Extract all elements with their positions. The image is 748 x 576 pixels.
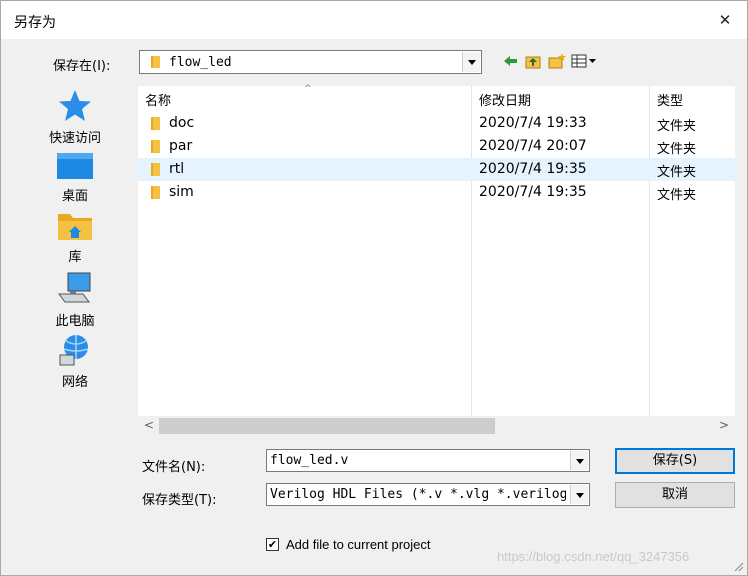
- back-arrow-icon[interactable]: [502, 52, 520, 70]
- file-name: doc: [169, 115, 195, 131]
- file-list: 名称 ^ 修改日期 类型 doc 2020/7/4 19:33 文件夹 par …: [138, 84, 735, 436]
- place-label: 库: [68, 250, 82, 265]
- add-to-project-label[interactable]: Add file to current project: [286, 537, 431, 552]
- file-row-par[interactable]: par 2020/7/4 20:07 文件夹: [138, 135, 735, 158]
- column-header-type[interactable]: 类型: [657, 90, 683, 109]
- file-modified: 2020/7/4 19:33: [479, 115, 587, 131]
- file-type: 文件夹: [657, 165, 697, 180]
- folder-icon: [151, 186, 160, 199]
- title-bar: 另存为 ✕: [1, 1, 747, 39]
- dialog-title: 另存为: [14, 15, 56, 31]
- file-name: rtl: [169, 161, 185, 177]
- place-library[interactable]: 库: [37, 210, 113, 265]
- place-this-pc[interactable]: 此电脑: [37, 272, 113, 329]
- folder-icon: [151, 163, 160, 176]
- watermark-text: https://blog.csdn.net/qq_3247356: [497, 549, 690, 564]
- file-modified: 2020/7/4 20:07: [479, 138, 587, 154]
- place-quick-access[interactable]: 快速访问: [37, 89, 113, 146]
- file-type: 文件夹: [657, 142, 697, 157]
- resize-grip-icon[interactable]: [732, 560, 744, 572]
- file-modified: 2020/7/4 19:35: [479, 161, 587, 177]
- chevron-down-icon[interactable]: [570, 451, 588, 470]
- place-label: 网络: [61, 375, 88, 390]
- file-row-sim[interactable]: sim 2020/7/4 19:35 文件夹: [138, 181, 735, 204]
- chevron-right-icon[interactable]: >: [719, 418, 729, 432]
- place-network[interactable]: 网络: [37, 333, 113, 390]
- place-label: 此电脑: [55, 314, 95, 329]
- file-modified: 2020/7/4 19:35: [479, 184, 587, 200]
- filename-combo[interactable]: flow_led.v: [266, 449, 590, 472]
- close-button[interactable]: ✕: [713, 8, 737, 32]
- filetype-select[interactable]: Verilog HDL Files (*.v *.vlg *.verilog: [266, 483, 590, 506]
- chevron-left-icon[interactable]: <: [144, 418, 154, 432]
- up-folder-icon[interactable]: [524, 52, 542, 70]
- desktop-icon: [57, 153, 93, 179]
- library-icon: [58, 214, 92, 240]
- look-in-combo[interactable]: flow_led: [139, 50, 482, 74]
- sort-ascending-icon: ^: [304, 84, 312, 94]
- column-header-name[interactable]: 名称: [145, 90, 171, 109]
- file-name: par: [169, 138, 193, 154]
- filetype-value: Verilog HDL Files (*.v *.vlg *.verilog: [270, 487, 566, 502]
- look-in-value: flow_led: [169, 55, 232, 70]
- folder-icon: [151, 56, 160, 68]
- filename-label: 文件名(N):: [142, 460, 206, 475]
- folder-icon: [151, 140, 160, 153]
- horizontal-scrollbar[interactable]: < >: [138, 416, 735, 436]
- place-label: 快速访问: [48, 131, 101, 146]
- file-row-doc[interactable]: doc 2020/7/4 19:33 文件夹: [138, 112, 735, 135]
- new-folder-icon[interactable]: [548, 52, 566, 70]
- folder-icon: [151, 117, 160, 130]
- save-as-dialog: 另存为 ✕ 保存在(I): flow_led 快速访问 桌面 库 此电脑 网络 …: [0, 0, 748, 576]
- scrollbar-thumb[interactable]: [159, 418, 495, 434]
- filetype-label: 保存类型(T):: [142, 493, 217, 508]
- file-type: 文件夹: [657, 188, 697, 203]
- file-type: 文件夹: [657, 119, 697, 134]
- place-label: 桌面: [61, 189, 88, 204]
- file-row-rtl[interactable]: rtl 2020/7/4 19:35 文件夹: [138, 158, 735, 181]
- computer-icon: [58, 272, 91, 303]
- network-icon: [59, 335, 89, 366]
- chevron-down-icon[interactable]: [570, 485, 588, 504]
- star-icon: [59, 90, 91, 121]
- chevron-down-icon[interactable]: [462, 52, 480, 72]
- place-desktop[interactable]: 桌面: [37, 151, 113, 204]
- add-to-project-checkbox[interactable]: ✔: [266, 538, 279, 551]
- view-menu-icon[interactable]: [571, 52, 597, 70]
- save-button[interactable]: 保存(S): [615, 448, 735, 474]
- file-name: sim: [169, 184, 194, 200]
- cancel-button[interactable]: 取消: [615, 482, 735, 508]
- column-header-modified[interactable]: 修改日期: [479, 90, 531, 109]
- filename-input[interactable]: flow_led.v: [270, 453, 566, 468]
- look-in-label: 保存在(I):: [53, 59, 111, 74]
